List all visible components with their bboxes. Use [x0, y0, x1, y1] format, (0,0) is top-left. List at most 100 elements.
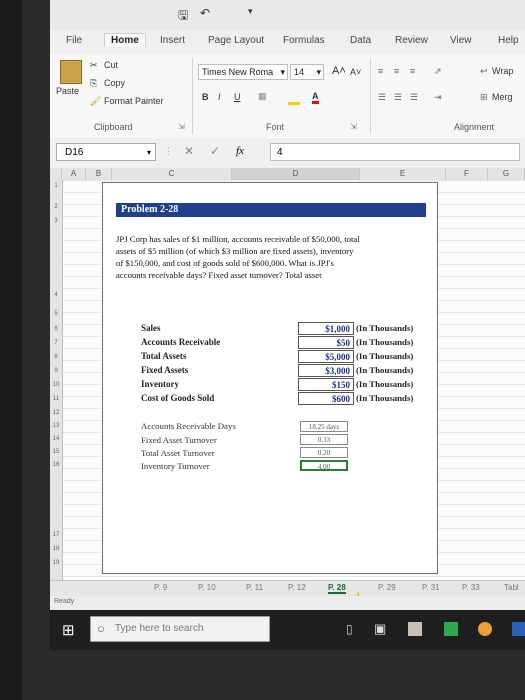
fill-color-icon[interactable]	[288, 92, 300, 105]
align-middle-icon[interactable]: ≡	[394, 66, 399, 76]
paste-button[interactable]: Paste	[56, 86, 79, 96]
row-header[interactable]: 2	[50, 204, 62, 210]
row-header[interactable]: 11	[50, 396, 62, 402]
row-header[interactable]: 1	[50, 183, 62, 189]
enter-icon[interactable]: ✓	[210, 144, 220, 158]
row-header[interactable]: 16	[50, 462, 62, 468]
align-right-icon[interactable]: ☰	[410, 92, 418, 103]
sheet-tab[interactable]: Tabl	[504, 583, 519, 592]
align-center-icon[interactable]: ☰	[394, 92, 402, 103]
row-header[interactable]: 14	[50, 436, 62, 442]
row-header[interactable]: 17	[50, 532, 62, 538]
tab-formulas[interactable]: Formulas	[283, 35, 325, 46]
undo-icon[interactable]: ↶	[200, 6, 210, 20]
sheet-tab[interactable]: P. 33	[462, 583, 480, 592]
indent-icon[interactable]: ⇥	[434, 92, 442, 103]
row-header[interactable]: 19	[50, 560, 62, 566]
sheet-tab-active[interactable]: P. 28	[328, 583, 346, 594]
formula-input[interactable]: 4	[270, 143, 520, 161]
tab-file[interactable]: File	[66, 35, 82, 46]
row-header[interactable]: 13	[50, 423, 62, 429]
merge-button[interactable]: Merg	[492, 92, 513, 102]
result-cell[interactable]: 0.33	[300, 434, 348, 445]
insert-function-button[interactable]: fx	[236, 145, 244, 157]
copy-button[interactable]: Copy	[104, 78, 125, 88]
merge-icon[interactable]: ⊞	[480, 92, 488, 103]
clipboard-launcher-icon[interactable]: ⇲	[178, 122, 185, 131]
column-header-g[interactable]: G	[488, 168, 525, 180]
sheet-tab[interactable]: P. 9	[154, 583, 167, 592]
sheet-tab[interactable]: P. 31	[422, 583, 440, 592]
format-painter-button[interactable]: Format Painter	[104, 96, 164, 106]
row-header[interactable]: 3	[50, 218, 62, 224]
bold-button[interactable]: B	[202, 92, 209, 102]
chrome-icon[interactable]	[478, 622, 492, 636]
align-bottom-icon[interactable]: ≡	[410, 66, 415, 76]
font-size-select[interactable]: 14 ▾	[290, 64, 324, 80]
column-header-d[interactable]: D	[232, 168, 360, 180]
italic-button[interactable]: I	[218, 92, 221, 102]
result-cell[interactable]: 0.20	[300, 447, 348, 458]
sheet-tab[interactable]: P. 10	[198, 583, 216, 592]
row-header[interactable]: 6	[50, 326, 62, 332]
row-header[interactable]: 5	[50, 311, 62, 317]
orientation-icon[interactable]: ⇗	[434, 66, 442, 77]
font-name-select[interactable]: Times New Roma ▾	[198, 64, 288, 80]
column-header-f[interactable]: F	[446, 168, 488, 180]
taskbar-search-box[interactable]: ○ Type here to search	[90, 616, 270, 642]
cancel-icon[interactable]: ✕	[184, 144, 194, 158]
cut-button[interactable]: Cut	[104, 60, 118, 70]
task-view-icon[interactable]: ▣	[374, 621, 386, 637]
tab-home[interactable]: Home	[104, 33, 146, 47]
input-value-cell[interactable]: $50	[298, 336, 354, 349]
row-header[interactable]: 18	[50, 546, 62, 552]
excel-icon[interactable]	[444, 622, 458, 636]
active-cell-d16[interactable]: 4.00	[300, 460, 348, 471]
cortana-mic-icon[interactable]: ▯	[346, 622, 353, 636]
tab-page-layout[interactable]: Page Layout	[208, 35, 264, 46]
windows-start-icon[interactable]: ⊞	[62, 621, 75, 639]
row-header[interactable]: 7	[50, 340, 62, 346]
tab-view[interactable]: View	[450, 35, 472, 46]
font-color-icon[interactable]: A	[312, 91, 319, 104]
row-header[interactable]: 4	[50, 292, 62, 298]
result-cell[interactable]: 18.25 days	[300, 421, 348, 432]
format-painter-icon[interactable]: 🖌	[90, 96, 101, 107]
name-box[interactable]: D16 ▾	[56, 143, 156, 161]
input-value-cell[interactable]: $3,000	[298, 364, 354, 377]
increase-font-size-icon[interactable]: A˄	[332, 65, 346, 77]
file-explorer-icon[interactable]	[408, 622, 422, 636]
sheet-tab[interactable]: P. 12	[288, 583, 306, 592]
sheet-tab[interactable]: P. 29	[378, 583, 396, 592]
cut-icon[interactable]: ✂	[90, 60, 98, 71]
tab-insert[interactable]: Insert	[160, 35, 185, 46]
tab-review[interactable]: Review	[395, 35, 428, 46]
word-icon[interactable]	[512, 622, 525, 636]
input-value-cell[interactable]: $600	[298, 392, 354, 405]
quick-access-dropdown-icon[interactable]: ▾	[248, 6, 253, 17]
input-value-cell[interactable]: $150	[298, 378, 354, 391]
row-header[interactable]: 12	[50, 410, 62, 416]
save-icon[interactable]: 🖫	[178, 6, 188, 27]
column-header-b[interactable]: B	[86, 168, 112, 180]
decrease-font-size-icon[interactable]: A˅	[350, 67, 361, 77]
tab-help[interactable]: Help	[498, 35, 519, 46]
input-value-cell[interactable]: $1,000	[298, 322, 354, 335]
underline-button[interactable]: U	[234, 92, 241, 102]
row-header[interactable]: 9	[50, 368, 62, 374]
input-value-cell[interactable]: $5,000	[298, 350, 354, 363]
align-left-icon[interactable]: ☰	[378, 92, 386, 103]
row-header[interactable]: 10	[50, 382, 62, 388]
formula-bar-options-icon[interactable]: ⋮	[164, 146, 173, 157]
tab-data[interactable]: Data	[350, 35, 371, 46]
sheet-tab[interactable]: P. 11	[246, 583, 263, 592]
row-header[interactable]: 15	[50, 449, 62, 455]
column-header-a[interactable]: A	[62, 168, 86, 180]
column-header-c[interactable]: C	[112, 168, 232, 180]
wrap-text-button[interactable]: Wrap	[492, 66, 513, 76]
wrap-text-icon[interactable]: ↩	[480, 66, 488, 77]
borders-icon[interactable]: ▦	[258, 91, 267, 102]
row-header[interactable]: 8	[50, 354, 62, 360]
paste-icon[interactable]	[60, 60, 82, 84]
column-header-e[interactable]: E	[360, 168, 446, 180]
